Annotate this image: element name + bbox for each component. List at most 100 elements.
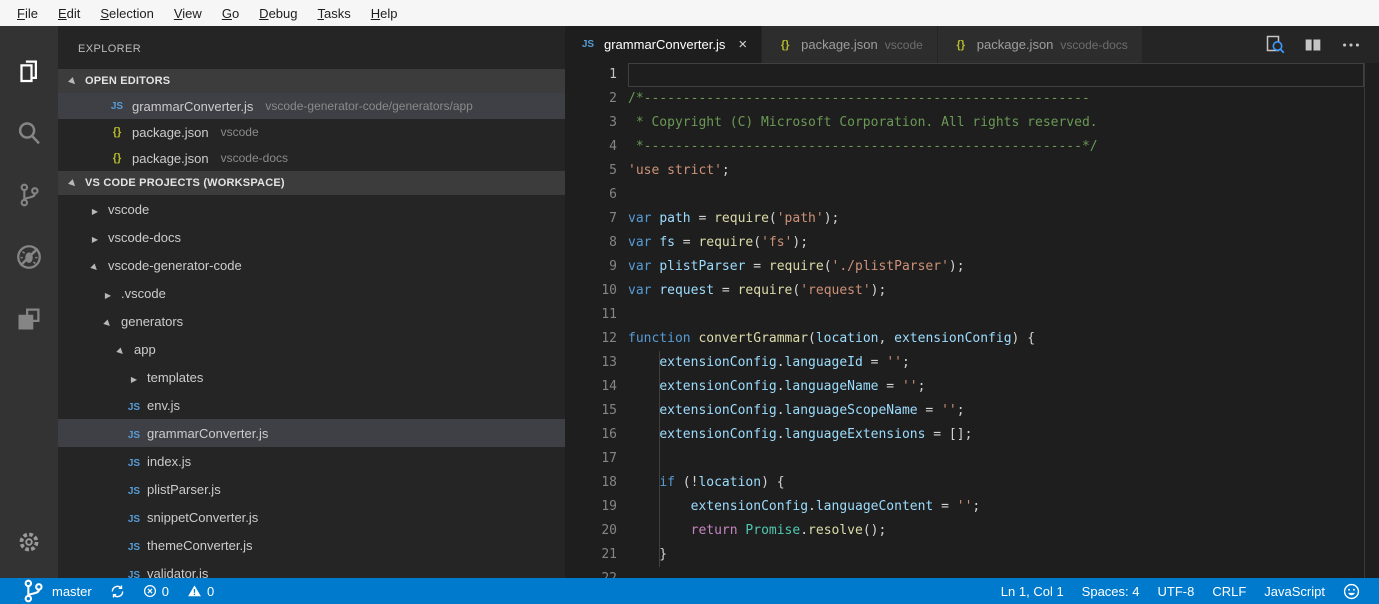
menu-item-file[interactable]: File xyxy=(8,2,47,25)
cursor-position[interactable]: Ln 1, Col 1 xyxy=(992,578,1073,604)
tree-item-label: app xyxy=(134,342,156,357)
tab-grammarconverter-js[interactable]: JSgrammarConverter.js× xyxy=(565,26,762,63)
tree-item-index-js[interactable]: JSindex.js xyxy=(58,447,565,475)
code-line: 13 extensionConfig.languageId = ''; xyxy=(565,351,1379,375)
open-preview-button[interactable] xyxy=(1261,32,1289,58)
tree-item-env-js[interactable]: JSenv.js xyxy=(58,391,565,419)
settings-button[interactable] xyxy=(0,520,58,564)
error-icon xyxy=(143,584,157,598)
js-file-icon: JS xyxy=(128,430,140,441)
tab-package-json[interactable]: {}package.jsonvscode-docs xyxy=(938,26,1143,63)
tree-item-generators[interactable]: ▶ generators xyxy=(58,307,565,335)
activity-item-explorer[interactable] xyxy=(0,40,58,102)
open-editors-section: ▶ OPEN EDITORS JSgrammarConverter.jsvsco… xyxy=(58,69,565,171)
line-content: extensionConfig.languageExtensions = []; xyxy=(628,423,1364,447)
line-number: 4 xyxy=(565,135,628,159)
tree-item-snippetconverter-js[interactable]: JSsnippetConverter.js xyxy=(58,503,565,531)
js-file-icon: JS xyxy=(128,486,140,497)
tree-item-label: .vscode xyxy=(121,286,166,301)
line-content: var fs = require('fs'); xyxy=(628,231,1364,255)
chevron-collapsed-icon: ▶ xyxy=(125,370,143,385)
feedback[interactable] xyxy=(1334,578,1369,604)
sync-icon xyxy=(110,584,125,599)
git-branch-icon xyxy=(19,576,47,604)
end-of-line[interactable]: CRLF xyxy=(1203,578,1255,604)
open-editor-item[interactable]: {}package.jsonvscode-docs xyxy=(58,145,565,171)
line-number: 14 xyxy=(565,375,628,399)
open-editors-header[interactable]: ▶ OPEN EDITORS xyxy=(58,69,565,93)
json-file-icon: {} xyxy=(108,126,126,138)
branch-indicator[interactable]: master xyxy=(10,578,101,604)
tree-item-grammarconverter-js[interactable]: JSgrammarConverter.js xyxy=(58,419,565,447)
tree-item-vscode-docs[interactable]: ▶vscode-docs xyxy=(58,223,565,251)
menu-item-help[interactable]: Help xyxy=(362,2,407,25)
language-mode[interactable]: JavaScript xyxy=(1255,578,1334,604)
open-preview-icon xyxy=(1263,33,1287,57)
indentation[interactable]: Spaces: 4 xyxy=(1073,578,1149,604)
menu-item-go[interactable]: Go xyxy=(213,2,248,25)
workspace-header[interactable]: ▶ VS CODE PROJECTS (WORKSPACE) xyxy=(58,171,565,195)
indent-guide xyxy=(659,519,660,543)
chevron-collapsed-icon: ▶ xyxy=(86,230,104,245)
indent-guide xyxy=(659,447,660,471)
json-file-icon: {} xyxy=(108,152,126,164)
code-line: 21 } xyxy=(565,543,1379,567)
line-number: 13 xyxy=(565,351,628,375)
code-line: 18 if (!location) { xyxy=(565,471,1379,495)
js-file-icon: JS xyxy=(125,538,143,553)
code-line: 2/*-------------------------------------… xyxy=(565,87,1379,111)
language-mode-label: JavaScript xyxy=(1264,584,1325,599)
tree-item-label: generators xyxy=(121,314,183,329)
activity-item-debug[interactable] xyxy=(0,226,58,288)
chevron-expanded-icon: ▶ xyxy=(86,258,104,273)
menu-item-view[interactable]: View xyxy=(165,2,211,25)
error-count[interactable]: 0 xyxy=(134,578,178,604)
tree-item-plistparser-js[interactable]: JSplistParser.js xyxy=(58,475,565,503)
tree-item-label: validator.js xyxy=(147,566,208,579)
menu-item-selection[interactable]: Selection xyxy=(91,2,162,25)
indent-guide xyxy=(659,375,660,399)
warning-count[interactable]: 0 xyxy=(178,578,223,604)
file-detail: vscode-generator-code/generators/app xyxy=(265,99,472,113)
menu-item-tasks[interactable]: Tasks xyxy=(308,2,359,25)
tree-item-validator-js[interactable]: JSvalidator.js xyxy=(58,559,565,578)
encoding[interactable]: UTF-8 xyxy=(1149,578,1204,604)
line-number: 3 xyxy=(565,111,628,135)
activity-item-search[interactable] xyxy=(0,102,58,164)
line-content: *---------------------------------------… xyxy=(628,135,1364,159)
line-content xyxy=(628,303,1364,327)
tree-item-label: env.js xyxy=(147,398,180,413)
more-actions-button[interactable] xyxy=(1337,32,1365,58)
chevron-expanded-icon: ▶ xyxy=(99,314,117,329)
warning-count-label: 0 xyxy=(207,584,214,599)
tree-item--vscode[interactable]: ▶.vscode xyxy=(58,279,565,307)
indent-guide xyxy=(659,471,660,495)
open-editor-item[interactable]: JSgrammarConverter.jsvscode-generator-co… xyxy=(58,93,565,119)
split-editor-button[interactable] xyxy=(1299,32,1327,58)
menu-item-debug[interactable]: Debug xyxy=(250,2,306,25)
code-line: 12function convertGrammar(location, exte… xyxy=(565,327,1379,351)
tree-item-vscode[interactable]: ▶vscode xyxy=(58,195,565,223)
open-editor-item[interactable]: {}package.jsonvscode xyxy=(58,119,565,145)
tab-package-json[interactable]: {}package.jsonvscode xyxy=(762,26,938,63)
line-number: 8 xyxy=(565,231,628,255)
tree-item-vscode-generator-code[interactable]: ▶vscode-generator-code xyxy=(58,251,565,279)
tree-item-themeconverter-js[interactable]: JSthemeConverter.js xyxy=(58,531,565,559)
activity-item-extensions[interactable] xyxy=(0,288,58,350)
line-number: 6 xyxy=(565,183,628,207)
line-content: extensionConfig.languageScopeName = ''; xyxy=(628,399,1364,423)
menu-item-edit[interactable]: Edit xyxy=(49,2,89,25)
sync-button[interactable] xyxy=(101,578,134,604)
code-line: 22 xyxy=(565,567,1379,578)
close-icon[interactable]: × xyxy=(738,37,747,52)
js-file-icon: JS xyxy=(128,542,140,553)
line-content: return Promise.resolve(); xyxy=(628,519,1364,543)
line-content: extensionConfig.languageName = ''; xyxy=(628,375,1364,399)
tree-item-templates[interactable]: ▶templates xyxy=(58,363,565,391)
code-line: 17 xyxy=(565,447,1379,471)
activity-item-source-control[interactable] xyxy=(0,164,58,226)
warning-icon xyxy=(187,584,202,598)
line-content: var plistParser = require('./plistParser… xyxy=(628,255,1364,279)
tree-item-app[interactable]: ▶app xyxy=(58,335,565,363)
code-editor[interactable]: 12/*------------------------------------… xyxy=(565,63,1379,578)
